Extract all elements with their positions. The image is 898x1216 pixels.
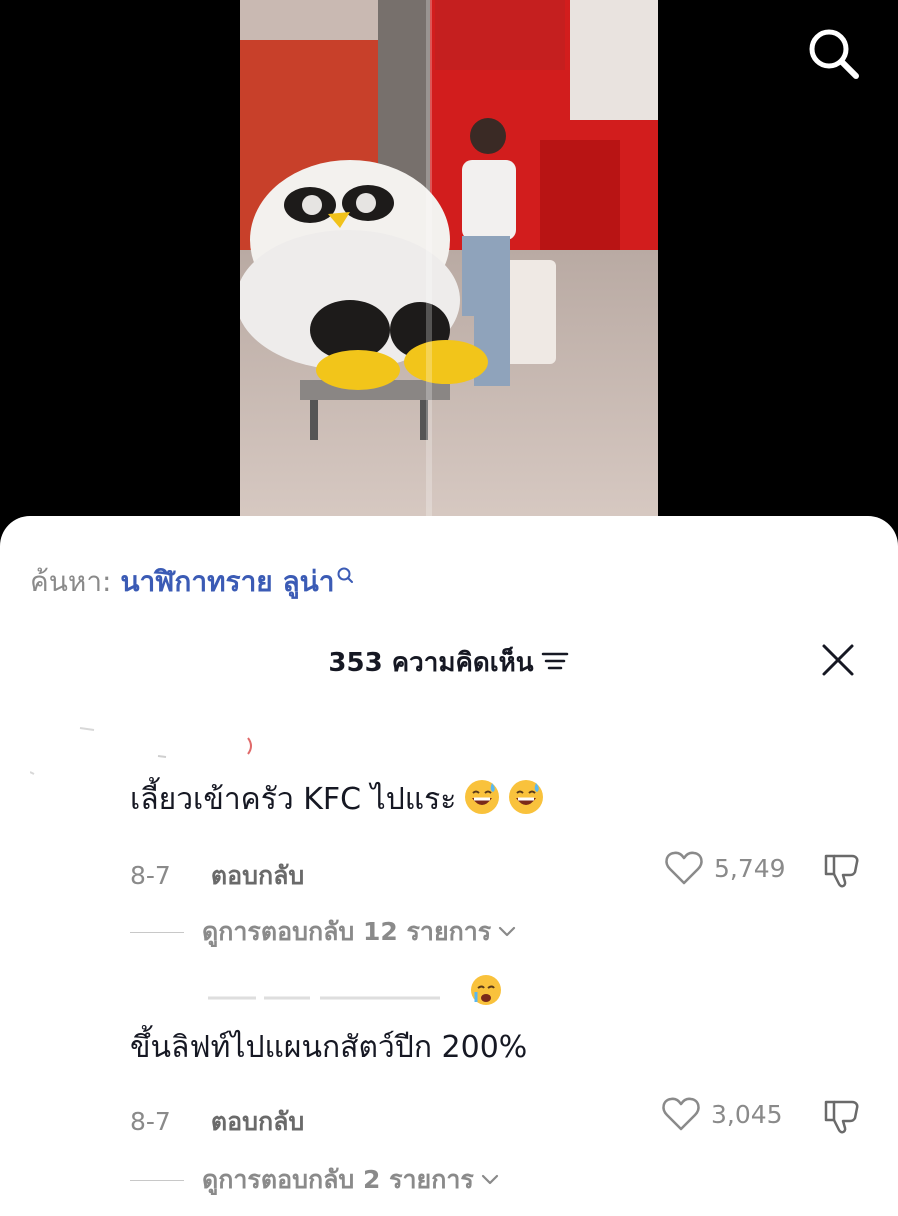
comment-count: 353 ความคิดเห็น xyxy=(328,648,534,678)
comment-item: ขึ้นลิฟท์ไปแผนกสัตว์ปีก 200% 8-7 ตอบกลับ … xyxy=(0,970,898,1200)
view-replies-button[interactable]: ดูการตอบกลับ 12 รายการ xyxy=(130,912,517,952)
search-suggestion[interactable]: ค้นหา: นาฬิกาทราย ลูน่า xyxy=(30,560,354,604)
comment-text: เลี้ยวเข้าครัว KFC ไปแระ xyxy=(130,776,544,823)
video-frame[interactable] xyxy=(240,0,658,540)
like-count: 5,749 xyxy=(714,853,786,883)
video-still-image xyxy=(240,0,658,540)
comment-meta: 8-7 ตอบกลับ xyxy=(130,1102,304,1142)
comment-date: 8-7 xyxy=(130,1107,171,1136)
replies-divider xyxy=(130,1179,184,1181)
search-icon xyxy=(336,558,354,591)
video-player[interactable] xyxy=(0,0,898,540)
thumbs-down-icon xyxy=(824,1100,859,1134)
close-icon xyxy=(822,644,854,676)
view-replies-label: ดูการตอบกลับ 2 รายการ xyxy=(202,1165,474,1194)
close-button[interactable] xyxy=(820,642,856,678)
comments-sheet: ค้นหา: นาฬิกาทราย ลูน่า 353 ความคิดเห็น … xyxy=(0,516,898,1216)
grinning-sweat-emoji xyxy=(464,779,500,815)
heart-icon xyxy=(665,851,703,885)
grinning-sweat-emoji xyxy=(508,779,544,815)
thumbs-down-icon xyxy=(824,854,859,888)
search-prefix: ค้นหา: xyxy=(30,565,112,598)
comment-meta: 8-7 ตอบกลับ xyxy=(130,856,304,896)
like-count: 3,045 xyxy=(711,1099,783,1129)
chevron-down-icon xyxy=(481,1174,498,1185)
search-button[interactable] xyxy=(806,26,862,82)
comment-item: เลี้ยวเข้าครัว KFC ไปแระ 8-7 ตอบกลับ 5,74… xyxy=(0,720,898,950)
chevron-down-icon xyxy=(499,926,516,937)
comment-text: ขึ้นลิฟท์ไปแผนกสัตว์ปีก 200% xyxy=(130,1030,528,1065)
view-replies-label: ดูการตอบกลับ 12 รายการ xyxy=(202,917,492,946)
sort-icon[interactable] xyxy=(540,649,570,677)
like-button[interactable]: 3,045 xyxy=(661,1096,783,1132)
search-keyword[interactable]: นาฬิกาทราย ลูน่า xyxy=(120,565,334,598)
dislike-button[interactable] xyxy=(822,850,862,890)
comments-header: 353 ความคิดเห็น xyxy=(0,642,898,682)
like-button[interactable]: 5,749 xyxy=(664,850,786,886)
reply-button[interactable]: ตอบกลับ xyxy=(211,1107,304,1136)
dislike-button[interactable] xyxy=(822,1096,862,1136)
heart-icon xyxy=(662,1097,700,1131)
search-icon xyxy=(809,29,859,79)
view-replies-button[interactable]: ดูการตอบกลับ 2 รายการ xyxy=(130,1160,500,1200)
reply-button[interactable]: ตอบกลับ xyxy=(211,861,304,890)
replies-divider xyxy=(130,931,184,933)
comment-date: 8-7 xyxy=(130,861,171,890)
